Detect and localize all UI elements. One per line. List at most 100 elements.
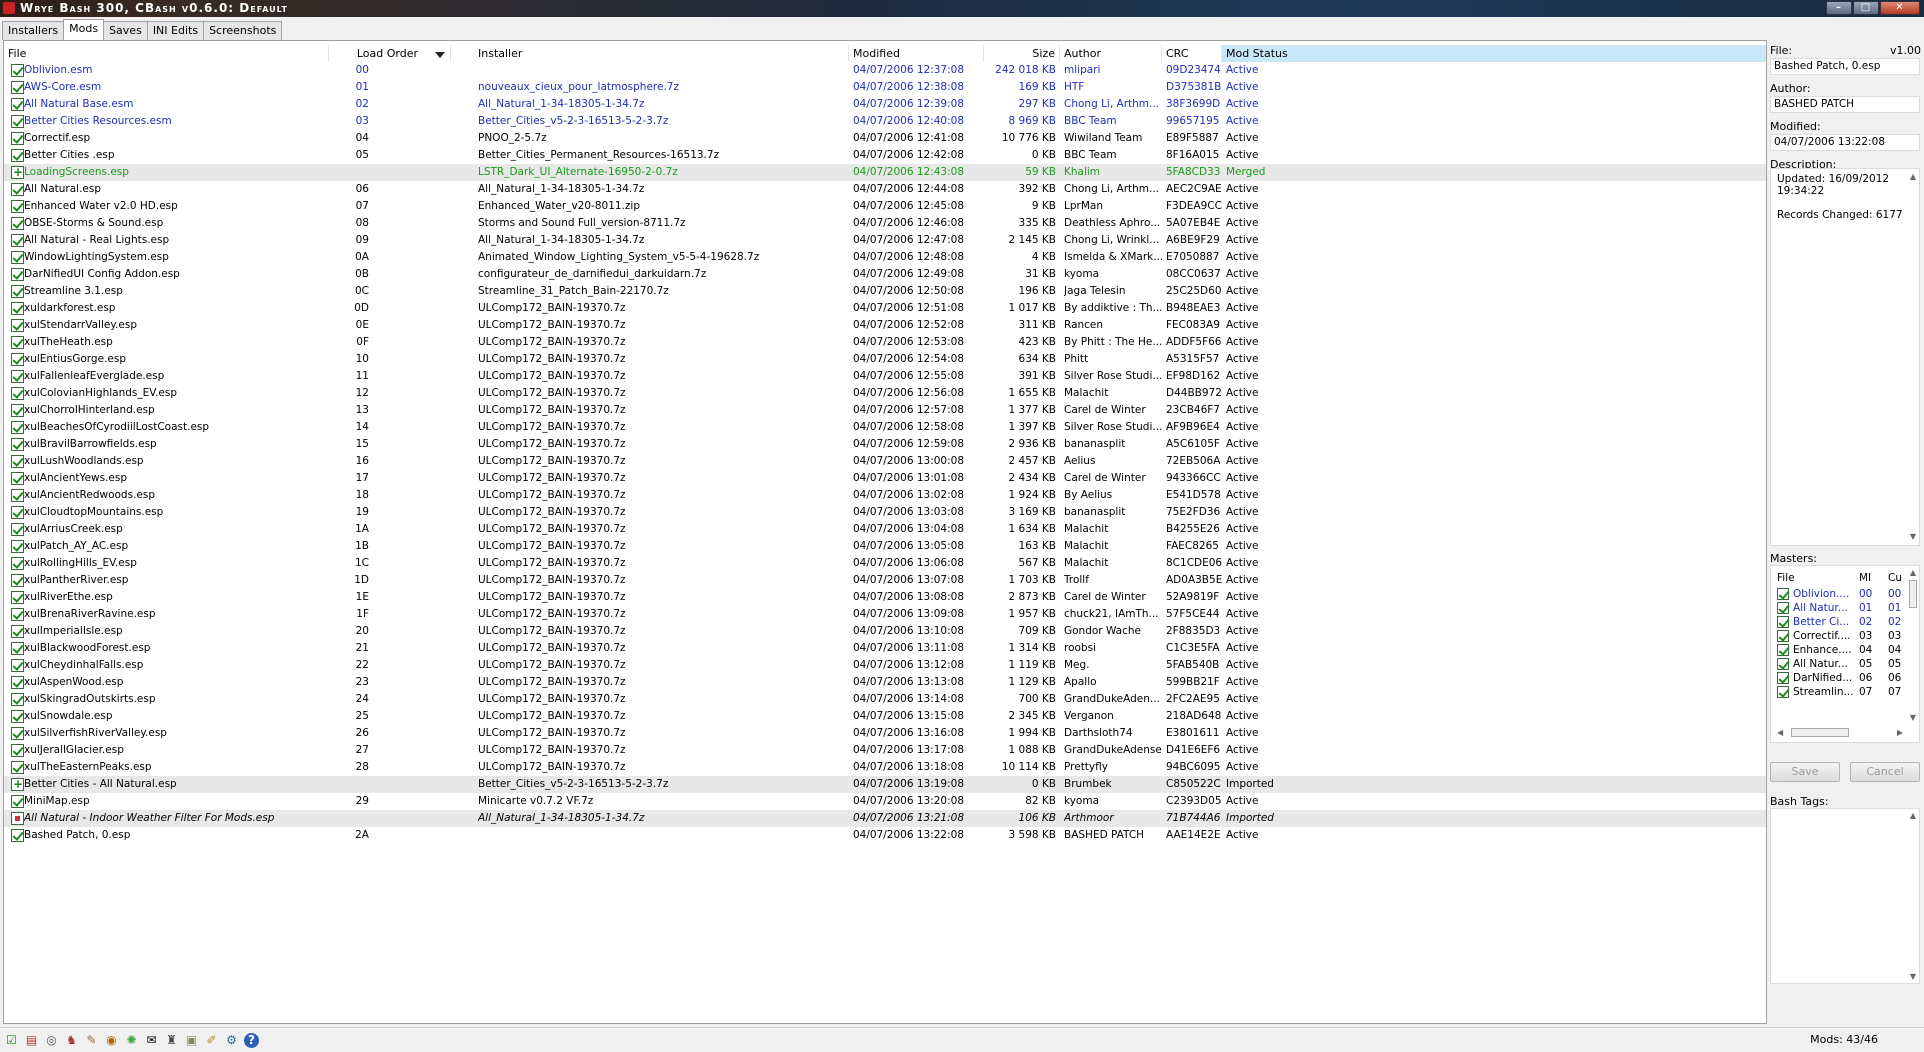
checkbox-checked-icon[interactable] [11, 608, 24, 621]
settings-icon[interactable]: ⚙ [224, 1033, 239, 1048]
dds-icon[interactable]: ▣ [184, 1033, 199, 1048]
file-name-field[interactable]: Bashed Patch, 0.esp [1770, 58, 1920, 75]
column-load-order[interactable]: Load Order [329, 45, 451, 62]
column-installer[interactable]: Installer [474, 45, 849, 62]
mod-row[interactable]: xulBlackwoodForest.esp 21 ULComp172_BAIN-1… [4, 640, 1766, 657]
checkbox-checked-icon[interactable] [11, 659, 24, 672]
mod-row[interactable]: All Natural.esp 06 All_Natural_1-34-18305-… [4, 181, 1766, 198]
masters-column-cu[interactable]: Cu [1888, 570, 1902, 587]
mod-row[interactable]: xulAncientYews.esp 17 ULComp172_BAIN-19370… [4, 470, 1766, 487]
mods-list[interactable]: File Load Order Installer Modified Size … [3, 40, 1767, 1024]
checkbox-checked-icon[interactable] [11, 795, 24, 808]
checkbox-checked-icon[interactable] [1777, 602, 1789, 614]
mod-row[interactable]: xulChorrolHinterland.esp 13 ULComp172_BAIN… [4, 402, 1766, 419]
masters-vscrollbar[interactable]: ▲ ▼ [1907, 566, 1919, 724]
tes4edit-icon[interactable]: ✎ [84, 1033, 99, 1048]
column-mod-status[interactable]: Mod Status [1222, 45, 1766, 62]
checkbox-checked-icon[interactable] [11, 81, 24, 94]
ini-icon[interactable]: ▤ [24, 1033, 39, 1048]
mod-row[interactable]: All Natural Base.esm 02 All_Natural_1-34-1… [4, 96, 1766, 113]
checkbox-merged-icon[interactable] [11, 164, 24, 181]
checkbox-checked-icon[interactable] [11, 217, 24, 230]
mod-row[interactable]: xuldarkforest.esp 0D ULComp172_BAIN-19370.… [4, 300, 1766, 317]
mod-row[interactable]: Streamline 3.1.esp 0C Streamline_31_Patch_… [4, 283, 1766, 300]
mod-row[interactable]: xulBravilBarrowfields.esp 15 ULComp172_BAI… [4, 436, 1766, 453]
masters-column-file[interactable]: File [1777, 570, 1795, 587]
description-scrollbar[interactable]: ▲ ▼ [1907, 169, 1919, 545]
checkbox-checked-icon[interactable] [11, 98, 24, 111]
cancel-button[interactable]: Cancel [1850, 762, 1920, 782]
gimp-icon[interactable]: ◉ [104, 1033, 119, 1048]
checkbox-checked-icon[interactable] [11, 489, 24, 502]
mod-row[interactable]: xulBrenaRiverRavine.esp 1F ULComp172_BAIN-… [4, 606, 1766, 623]
mod-row[interactable]: xulPatch_AY_AC.esp 1B ULComp172_BAIN-19370… [4, 538, 1766, 555]
column-author[interactable]: Author [1060, 45, 1162, 62]
master-row[interactable]: All Natur... 01 01 [1771, 601, 1909, 615]
mod-row[interactable]: xulStendarrValley.esp 0E ULComp172_BAIN-19… [4, 317, 1766, 334]
mod-row[interactable]: Correctif.esp 04 PNOO_2-5.7z 04/07/2006 12:… [4, 130, 1766, 147]
checkbox-checked-icon[interactable] [11, 387, 24, 400]
masters-column-mi[interactable]: MI [1859, 570, 1871, 587]
mod-row[interactable]: OBSE-Storms & Sound.esp 08 Storms and Soun… [4, 215, 1766, 232]
minimize-button[interactable]: – [1826, 1, 1852, 15]
checkbox-checked-icon[interactable] [11, 591, 24, 604]
mod-row[interactable]: DarNifiedUI Config Addon.esp 0B configurat… [4, 266, 1766, 283]
checkbox-checked-icon[interactable] [11, 829, 24, 842]
column-size[interactable]: Size [984, 45, 1060, 62]
checkbox-checked-icon[interactable] [1777, 686, 1789, 698]
description-field[interactable]: Updated: 16/09/2012 19:34:22 Records Cha… [1770, 168, 1920, 546]
mod-row[interactable]: Better Cities - All Natural.esp Better_Ci… [4, 776, 1766, 793]
mod-row[interactable]: Better Cities Resources.esm 03 Better_Citi… [4, 113, 1766, 130]
check-all-icon[interactable]: ☑ [4, 1033, 19, 1048]
checkbox-checked-icon[interactable] [11, 64, 24, 77]
bash-tags-scrollbar[interactable]: ▲ ▼ [1907, 809, 1919, 983]
checkbox-checked-icon[interactable] [11, 268, 24, 281]
checkbox-checked-icon[interactable] [11, 251, 24, 264]
checkbox-checked-icon[interactable] [11, 336, 24, 349]
mod-row[interactable]: xulBeachesOfCyrodiilLostCoast.esp 14 ULCom… [4, 419, 1766, 436]
checkbox-merged-icon[interactable] [11, 776, 24, 793]
master-row[interactable]: DarNified... 06 06 [1771, 671, 1909, 685]
checkbox-checked-icon[interactable] [11, 506, 24, 519]
column-crc[interactable]: CRC [1162, 45, 1222, 62]
save-button[interactable]: Save [1770, 762, 1840, 782]
master-row[interactable]: Correctif.... 03 03 [1771, 629, 1909, 643]
mod-row[interactable]: xulCheydinhalFalls.esp 22 ULComp172_BAIN-1… [4, 657, 1766, 674]
mod-row[interactable]: xulImperialIsle.esp 20 ULComp172_BAIN-1937… [4, 623, 1766, 640]
checkbox-checked-icon[interactable] [1777, 630, 1789, 642]
checkbox-checked-icon[interactable] [11, 727, 24, 740]
masters-hscrollbar[interactable]: ◀ ▶ [1771, 726, 1909, 740]
mod-row[interactable]: xulSnowdale.esp 25 ULComp172_BAIN-19370.7z… [4, 708, 1766, 725]
tab-installers[interactable]: Installers [2, 21, 65, 40]
checkbox-checked-icon[interactable] [11, 302, 24, 315]
checkbox-checked-icon[interactable] [11, 319, 24, 332]
mod-row[interactable]: Bashed Patch, 0.esp 2A 04/07/2006 13:22:08… [4, 827, 1766, 844]
checkbox-checked-icon[interactable] [1777, 588, 1789, 600]
checkbox-checked-icon[interactable] [1777, 644, 1789, 656]
checkbox-checked-icon[interactable] [11, 693, 24, 706]
mod-row[interactable]: All Natural - Real Lights.esp 09 All_Natur… [4, 232, 1766, 249]
mod-row[interactable]: xulTheEasternPeaks.esp 28 ULComp172_BAIN-1… [4, 759, 1766, 776]
mod-row[interactable]: xulAncientRedwoods.esp 18 ULComp172_BAIN-1… [4, 487, 1766, 504]
checkbox-checked-icon[interactable] [11, 370, 24, 383]
mod-row[interactable]: xulEntiusGorge.esp 10 ULComp172_BAIN-19370… [4, 351, 1766, 368]
author-field[interactable]: BASHED PATCH [1770, 96, 1920, 113]
checkbox-checked-icon[interactable] [11, 676, 24, 689]
mod-row[interactable]: xulLushWoodlands.esp 16 ULComp172_BAIN-193… [4, 453, 1766, 470]
checkbox-checked-icon[interactable] [11, 625, 24, 638]
checkbox-checked-icon[interactable] [11, 574, 24, 587]
checkbox-checked-icon[interactable] [11, 285, 24, 298]
checkbox-checked-icon[interactable] [11, 132, 24, 145]
mod-row[interactable]: xulTheHeath.esp 0F ULComp172_BAIN-19370.7z… [4, 334, 1766, 351]
tab-saves[interactable]: Saves [103, 21, 148, 40]
tes4files-icon[interactable]: ♜ [164, 1033, 179, 1048]
checkbox-checked-icon[interactable] [11, 744, 24, 757]
checkbox-checked-icon[interactable] [11, 234, 24, 247]
checkbox-checked-icon[interactable] [11, 115, 24, 128]
checkbox-checked-icon[interactable] [11, 761, 24, 774]
mod-row[interactable]: WindowLightingSystem.esp 0A Animated_Windo… [4, 249, 1766, 266]
mod-row[interactable]: xulPantherRiver.esp 1D ULComp172_BAIN-1937… [4, 572, 1766, 589]
oblivion-icon[interactable]: ◎ [44, 1033, 59, 1048]
column-file[interactable]: File [4, 45, 329, 62]
mod-row[interactable]: xulRiverEthe.esp 1E ULComp172_BAIN-19370.7… [4, 589, 1766, 606]
